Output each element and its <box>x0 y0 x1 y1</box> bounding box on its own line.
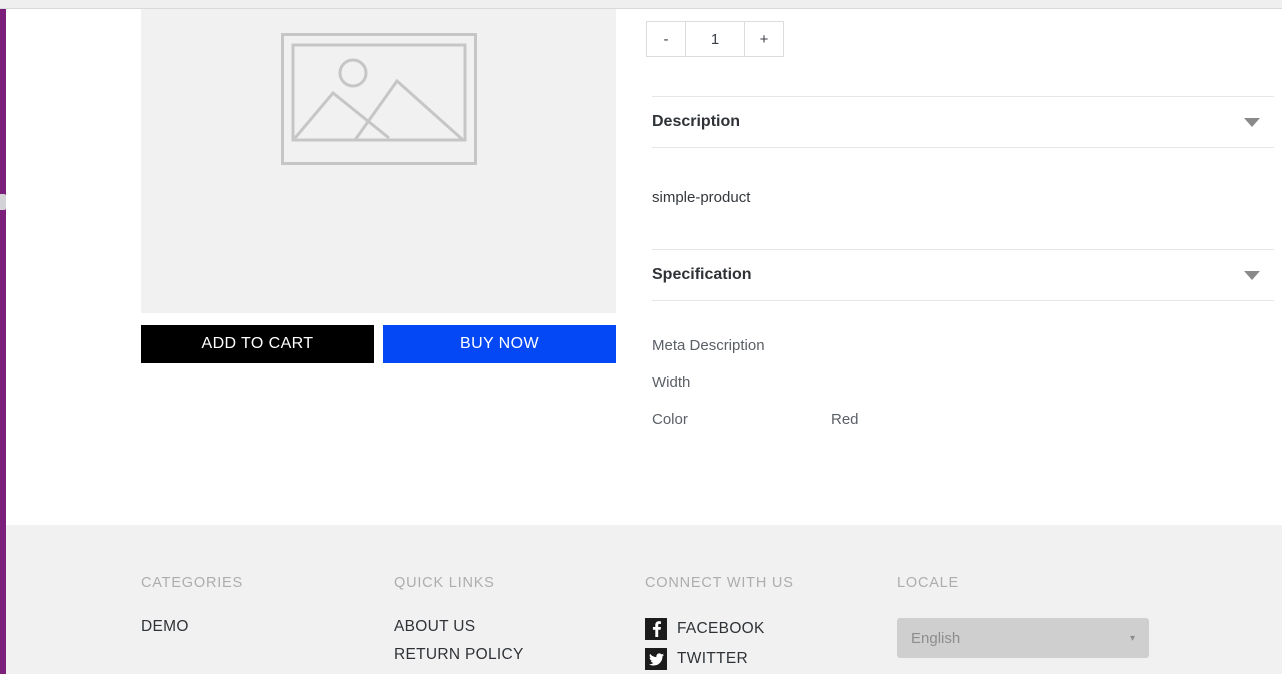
buy-now-button[interactable]: BUY NOW <box>383 325 616 363</box>
product-gallery[interactable] <box>141 9 616 313</box>
table-row: Meta Description <box>652 337 1272 374</box>
description-accordion-header[interactable]: Description <box>652 96 1274 148</box>
footer-heading-locale: LOCALE <box>897 575 960 591</box>
table-row: Color Red <box>652 411 1272 448</box>
description-body-text: simple-product <box>652 189 751 206</box>
footer-heading-connect-with-us: CONNECT WITH US <box>645 575 794 591</box>
footer-link-twitter[interactable]: TWITTER <box>645 648 794 670</box>
quantity-value[interactable]: 1 <box>686 21 744 57</box>
spec-value: Red <box>831 411 859 428</box>
specification-table: Meta Description Width Color Red <box>652 337 1272 448</box>
chevron-down-icon: ▾ <box>1129 632 1135 644</box>
footer-link-twitter-label: TWITTER <box>677 650 748 667</box>
table-row: Width <box>652 374 1272 411</box>
footer-heading-quick-links: QUICK LINKS <box>394 575 495 591</box>
page-canvas: ADD TO CART BUY NOW - 1 + Description si… <box>6 9 1282 674</box>
footer-link-facebook[interactable]: FACEBOOK <box>645 618 794 640</box>
site-footer: CATEGORIES DEMO QUICK LINKS ABOUT US RET… <box>6 525 1282 674</box>
footer-column-locale: LOCALE English ▾ <box>897 575 1149 658</box>
left-edge-rail <box>0 9 6 674</box>
spec-key: Color <box>652 411 688 428</box>
browser-chrome-strip <box>0 0 1282 9</box>
footer-column-quick-links: QUICK LINKS ABOUT US RETURN POLICY <box>394 575 524 674</box>
chevron-down-icon <box>1244 270 1260 280</box>
quantity-stepper: - 1 + <box>646 21 784 57</box>
quantity-increment-button[interactable]: + <box>744 21 784 57</box>
quantity-decrement-button[interactable]: - <box>646 21 686 57</box>
footer-column-connect: CONNECT WITH US FACEBOOK TWITTER <box>645 575 794 678</box>
image-placeholder-icon <box>280 33 477 165</box>
specification-accordion-title: Specification <box>652 266 752 283</box>
spec-value <box>831 374 1272 411</box>
footer-link-demo[interactable]: DEMO <box>141 618 243 636</box>
cta-button-row: ADD TO CART BUY NOW <box>141 325 616 363</box>
footer-link-about-us[interactable]: ABOUT US <box>394 618 524 636</box>
spec-key: Meta Description <box>652 337 765 354</box>
footer-link-return-policy[interactable]: RETURN POLICY <box>394 646 524 664</box>
add-to-cart-button[interactable]: ADD TO CART <box>141 325 374 363</box>
left-rail-drag-handle[interactable] <box>0 194 6 210</box>
spec-key: Width <box>652 374 691 391</box>
spec-value <box>831 337 1272 374</box>
facebook-icon <box>645 618 667 640</box>
locale-select[interactable]: English ▾ <box>897 618 1149 658</box>
description-accordion-title: Description <box>652 113 741 130</box>
footer-heading-categories: CATEGORIES <box>141 575 243 591</box>
chevron-down-icon <box>1244 117 1260 127</box>
locale-select-value: English <box>911 629 961 647</box>
twitter-icon <box>645 648 667 670</box>
footer-column-categories: CATEGORIES DEMO <box>141 575 243 646</box>
specification-accordion-header[interactable]: Specification <box>652 249 1274 301</box>
footer-link-facebook-label: FACEBOOK <box>677 620 765 637</box>
